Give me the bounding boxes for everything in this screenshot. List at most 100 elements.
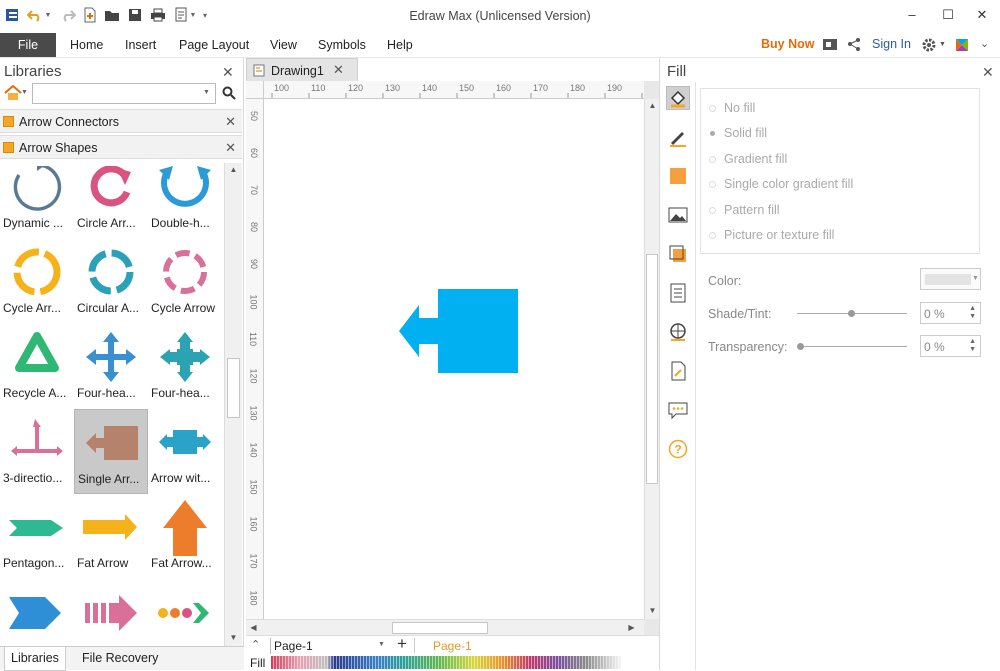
shape-fat-arrow[interactable]: Fat Arrow [74, 494, 148, 579]
shape-dotted-chevron-arrow[interactable] [148, 579, 222, 638]
scroll-left-arrow[interactable]: ◀ [246, 621, 261, 635]
shape-cycle-arrow[interactable]: Cycle Arrow [148, 239, 222, 324]
attachment-icon[interactable] [666, 359, 690, 383]
canvas-horizontal-scrollbar[interactable]: ◀ ▶ [246, 619, 644, 635]
page-tab-active[interactable]: Page-1 [433, 639, 472, 653]
shape-caption: Fat Arrow [77, 556, 129, 570]
shape-arrow-with-box[interactable]: Arrow wit... [148, 409, 222, 494]
shape-circular-arrows[interactable]: Circular A... [74, 239, 148, 324]
library-section-arrow-connectors[interactable]: Arrow Connectors ✕ [0, 109, 242, 133]
fill-option-no-fill[interactable]: No fill [709, 101, 755, 115]
fill-option-gradient-fill[interactable]: Gradient fill [709, 152, 787, 166]
shape-four-headed-arrow[interactable]: Four-hea... [74, 324, 148, 409]
buy-now-button[interactable]: Buy Now [761, 37, 814, 51]
fill-option-solid-fill[interactable]: Solid fill [709, 126, 767, 140]
layer-icon[interactable] [666, 242, 690, 266]
transparency-slider-handle[interactable] [797, 343, 804, 350]
ruler-label: 120 [248, 368, 259, 384]
shape-circle-arrow[interactable]: Circle Arr... [74, 166, 148, 239]
page-nav-up-icon[interactable]: ⌃ [251, 638, 260, 651]
image-icon[interactable] [666, 203, 690, 227]
sign-in-link[interactable]: Sign In [872, 37, 911, 51]
fill-option-label: Gradient fill [724, 152, 788, 166]
fill-option-single-color-gradient-fill[interactable]: Single color gradient fill [709, 177, 853, 191]
shade-tint-slider-handle[interactable] [848, 310, 855, 317]
scrollbar-thumb[interactable] [227, 358, 240, 418]
settings-dropdown-icon[interactable]: ▼ [939, 41, 946, 48]
minimize-button[interactable]: – [900, 5, 924, 25]
shape-pentagon-arrow[interactable]: Pentagon... [0, 494, 74, 579]
shape-four-headed-block-arrow[interactable]: Four-hea... [148, 324, 222, 409]
drawing-page[interactable] [264, 99, 644, 619]
menu-home[interactable]: Home [70, 38, 103, 52]
fill-option-picture-or-texture-fill[interactable]: Picture or texture fill [709, 228, 834, 242]
spinner-arrows-icon[interactable]: ▲ ▼ [969, 338, 976, 354]
file-menu[interactable]: File [0, 33, 56, 57]
help-icon[interactable]: ? [666, 437, 690, 461]
menu-help[interactable]: Help [387, 38, 413, 52]
page-select[interactable]: Page-1 ▼ [270, 638, 388, 654]
shape-single-arrow[interactable]: Single Arr... [74, 409, 148, 494]
menu-page-layout[interactable]: Page Layout [179, 38, 249, 52]
close-window-button[interactable]: ✕ [970, 5, 994, 25]
tab-file-recovery[interactable]: File Recovery [76, 647, 164, 671]
shape-dynamic-arrow[interactable]: Dynamic ... [0, 166, 74, 239]
menu-view[interactable]: View [270, 38, 297, 52]
scroll-down-arrow[interactable]: ▼ [645, 604, 660, 618]
fill-bucket-icon[interactable] [666, 86, 690, 110]
tab-libraries[interactable]: Libraries [4, 647, 66, 671]
scroll-up-arrow[interactable]: ▲ [645, 99, 660, 113]
shade-tint-spinner[interactable]: 0 % ▲ ▼ [920, 302, 981, 324]
ruler-label: 140 [248, 442, 259, 458]
line-style-icon[interactable] [666, 125, 690, 149]
scrollbar-thumb[interactable] [646, 254, 658, 484]
shape-double-headed-circular-arrow[interactable]: Double-h... [148, 166, 222, 239]
close-section-button[interactable]: ✕ [225, 140, 236, 156]
app-switcher-icon[interactable] [954, 37, 970, 56]
library-section-arrow-shapes[interactable]: Arrow Shapes ✕ [0, 135, 242, 159]
color-picker[interactable]: ▼ [920, 268, 981, 290]
close-section-button[interactable]: ✕ [225, 114, 236, 130]
canvas-vertical-scrollbar[interactable]: ▲ ▼ [644, 99, 659, 619]
shape-fat-arrow-up[interactable]: Fat Arrow... [148, 494, 222, 579]
document-tab[interactable]: Drawing1 ✕ [246, 58, 358, 81]
menu-symbols[interactable]: Symbols [318, 38, 366, 52]
search-icon[interactable] [222, 86, 236, 103]
search-dropdown-icon[interactable]: ▼ [203, 89, 210, 96]
scroll-right-arrow[interactable]: ▶ [624, 621, 639, 635]
fill-option-label: Single color gradient fill [724, 177, 854, 191]
shadow-icon[interactable] [666, 164, 690, 188]
transparency-slider[interactable] [797, 346, 907, 347]
share-icon[interactable] [847, 37, 861, 55]
shape-three-directional-arrow[interactable]: 3-directio... [0, 409, 74, 494]
close-fill-panel-button[interactable]: ✕ [982, 64, 994, 81]
shape-chevron-arrow[interactable] [0, 579, 74, 638]
transparency-spinner[interactable]: 0 % ▲ ▼ [920, 335, 981, 357]
shape-striped-arrow[interactable] [74, 579, 148, 638]
home-icon[interactable] [4, 84, 22, 104]
close-document-button[interactable]: ✕ [333, 62, 344, 78]
hyperlink-icon[interactable] [666, 320, 690, 344]
single-arrow-shape[interactable] [398, 287, 520, 375]
ruler-label: 170 [248, 553, 259, 569]
close-libraries-button[interactable]: ✕ [222, 64, 234, 81]
shape-recycle-arrows[interactable]: Recycle A... [0, 324, 74, 409]
menu-insert[interactable]: Insert [125, 38, 156, 52]
add-page-button[interactable]: + [397, 634, 407, 654]
settings-gear-icon[interactable] [921, 37, 937, 56]
home-dropdown-icon[interactable]: ▼ [21, 89, 28, 96]
libraries-scrollbar[interactable]: ▲ ▼ [224, 163, 242, 646]
shape-cycle-arrows[interactable]: Cycle Arr... [0, 239, 74, 324]
scroll-up-arrow[interactable]: ▲ [226, 163, 241, 177]
fill-option-pattern-fill[interactable]: Pattern fill [709, 203, 780, 217]
spinner-arrows-icon[interactable]: ▲ ▼ [969, 305, 976, 321]
color-palette[interactable] [271, 656, 621, 669]
cart-icon[interactable] [822, 37, 838, 55]
page-properties-icon[interactable] [666, 281, 690, 305]
comment-icon[interactable] [666, 398, 690, 422]
library-search-input[interactable] [32, 83, 216, 104]
scroll-down-arrow[interactable]: ▼ [226, 631, 241, 645]
collapse-ribbon-icon[interactable]: ⌄ [980, 37, 989, 50]
maximize-button[interactable]: ☐ [936, 5, 960, 25]
scrollbar-thumb[interactable] [392, 622, 488, 634]
